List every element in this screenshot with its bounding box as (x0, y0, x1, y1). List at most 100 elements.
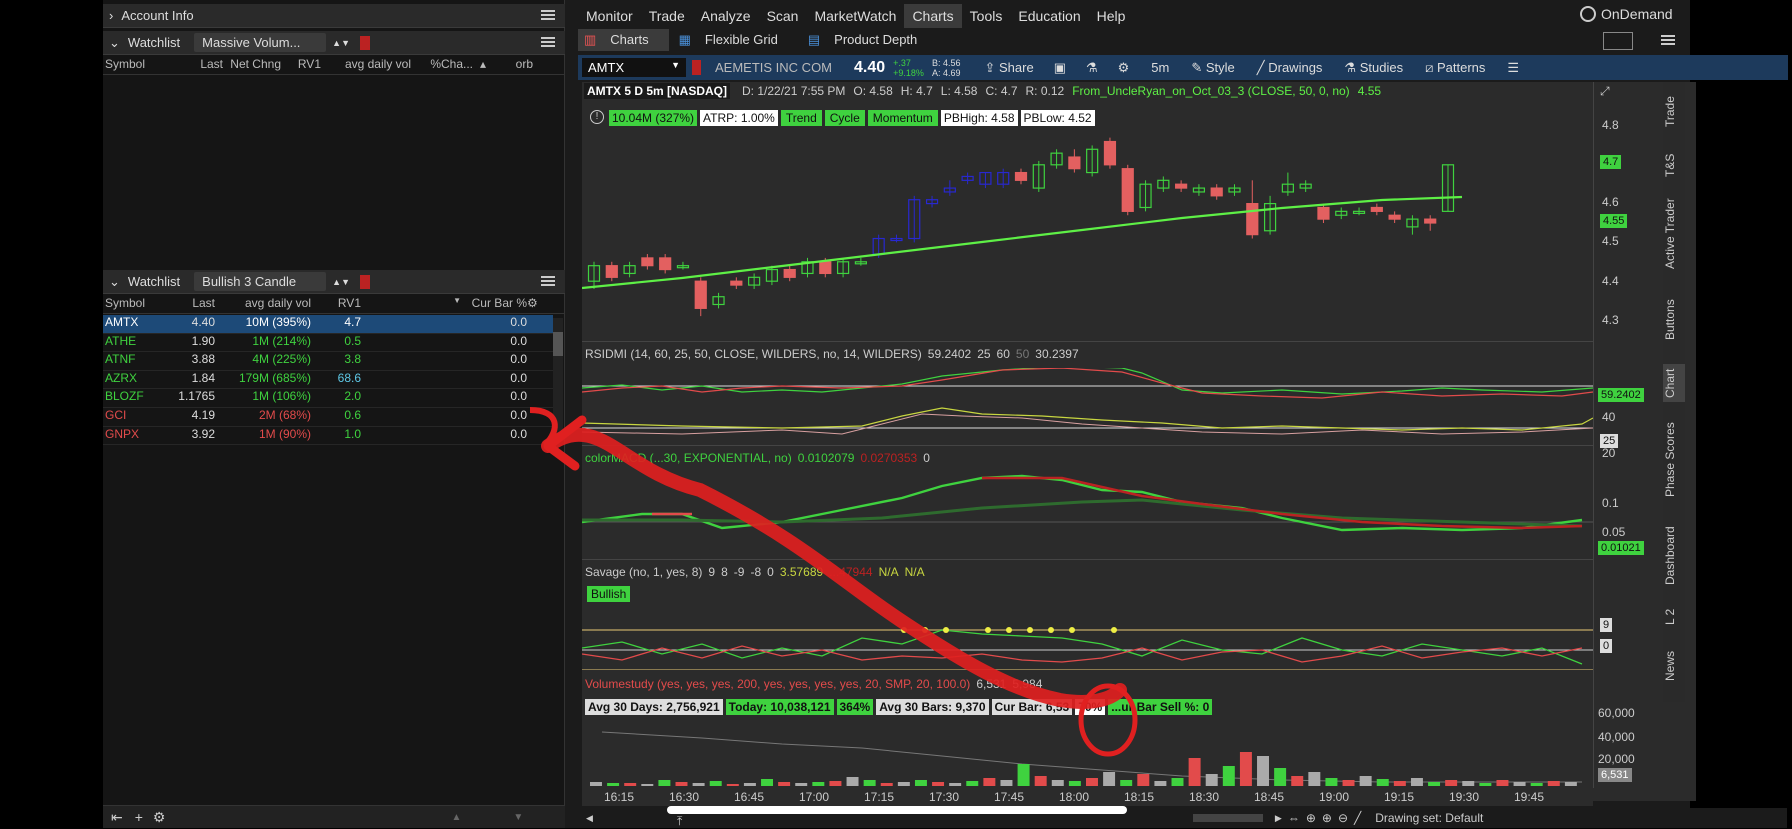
cell-last: 1.90 (191, 333, 215, 348)
link-icon[interactable] (359, 274, 370, 289)
col-avg-daily-vol[interactable]: avg daily vol (321, 57, 411, 74)
price-candles[interactable] (582, 82, 1593, 342)
watchlist2-selector[interactable]: Bullish 3 Candle (194, 272, 327, 291)
menu-help[interactable]: Help (1089, 4, 1134, 28)
table-row[interactable]: ATHE 1.90 1M (214%) 0.5 0.0 (103, 334, 553, 353)
link-icon[interactable] (359, 35, 370, 50)
ondemand-button[interactable]: OnDemand (1580, 6, 1673, 22)
flask-icon[interactable]: ⚗ (1086, 60, 1098, 76)
col-last[interactable]: Last (163, 296, 215, 313)
zoom-out-icon[interactable]: ⊖ (1338, 811, 1348, 825)
menu-marketwatch[interactable]: MarketWatch (806, 4, 904, 28)
link-icon[interactable] (692, 60, 701, 75)
xtick: 17:15 (864, 790, 895, 804)
col-last[interactable]: Last (173, 57, 223, 74)
col-symbol[interactable]: Symbol (103, 296, 163, 313)
scroll-up-icon[interactable]: ▲ (451, 812, 461, 823)
menu-trade[interactable]: Trade (641, 4, 693, 28)
menu-icon[interactable]: ☰ (1507, 60, 1519, 76)
xtick: 16:15 (604, 790, 635, 804)
col-rv1[interactable]: RV1 (311, 296, 361, 313)
sidetab-trade[interactable]: Trade (1663, 92, 1685, 132)
volume-bar (1513, 782, 1526, 786)
col-avg-daily-vol[interactable]: avg daily vol (215, 296, 311, 313)
col-cur-bar-pct[interactable]: Cur Bar % (461, 296, 527, 313)
style-button[interactable]: ✎ Style (1191, 60, 1234, 76)
table-row[interactable]: ATNF 3.88 4M (225%) 3.8 0.0 (103, 352, 553, 371)
menu-tools[interactable]: Tools (962, 4, 1011, 28)
table-row[interactable]: BLOZF 1.1765 1M (106%) 2.0 0.0 (103, 389, 553, 408)
collapse-up-icon[interactable]: ⤒ (677, 814, 682, 829)
menu-education[interactable]: Education (1010, 4, 1088, 28)
menu-icon[interactable] (541, 274, 555, 288)
menu-charts[interactable]: Charts (904, 4, 962, 28)
volume-bar (607, 783, 620, 786)
menu-icon[interactable] (1661, 33, 1675, 47)
col-pct-change[interactable]: %Cha... (411, 57, 473, 74)
table-row[interactable]: AZRX 1.84 179M (685%) 68.6 0.0 (103, 371, 553, 390)
pencil-icon[interactable]: ╱ (1354, 811, 1361, 825)
sidetab-chart[interactable]: Chart (1663, 364, 1685, 402)
gear-icon[interactable]: ⚙ (527, 296, 539, 313)
sort-arrows-icon[interactable]: ▲▼ (332, 38, 350, 48)
volume-bar (1445, 780, 1458, 786)
chevron-down-icon[interactable]: ⌄ (109, 274, 120, 290)
watchlist1-selector[interactable]: Massive Volum... (194, 33, 327, 52)
scroll-right-icon[interactable]: ▶ (1275, 813, 1282, 824)
menu-icon[interactable] (541, 35, 555, 49)
timeframe-button[interactable]: 5m (1151, 60, 1169, 75)
candle (1424, 218, 1437, 224)
sidetab-ts[interactable]: T&S (1663, 150, 1685, 180)
volume-bar (1564, 782, 1577, 786)
menu-icon[interactable] (541, 8, 555, 22)
share-button[interactable]: ⇪ Share (984, 60, 1033, 76)
volume-bar (966, 781, 979, 786)
scale-icon[interactable]: ⤢ (1600, 84, 1610, 99)
add-icon[interactable]: + (135, 809, 143, 825)
table-row[interactable]: AMTX 4.40 10M (395%) 4.7 0.0 (103, 315, 553, 334)
col-orb[interactable]: orb (493, 57, 533, 74)
symbol-input[interactable]: AMTX ▼ (582, 58, 686, 77)
col-rv1[interactable]: RV1 (281, 57, 321, 74)
volume-bar (709, 781, 722, 786)
tab-flexible-grid[interactable]: ▦ Flexible Grid (669, 29, 798, 51)
drawing-set[interactable]: Drawing set: Default (1375, 811, 1483, 825)
sidetab-l2[interactable]: L 2 (1663, 606, 1685, 628)
sort-arrows-icon[interactable]: ▲▼ (332, 277, 350, 287)
scrollbar[interactable] (1192, 814, 1263, 822)
col-symbol[interactable]: Symbol (103, 57, 173, 74)
menu-scan[interactable]: Scan (759, 4, 807, 28)
crosshair-icon[interactable]: ⊕ (1306, 811, 1316, 825)
sidetab-news[interactable]: News (1663, 648, 1685, 684)
tab-charts[interactable]: ▥ Charts (578, 29, 669, 51)
tab-product-depth[interactable]: ▤ Product Depth (798, 29, 937, 51)
chart-settings-icon[interactable]: ▣ (1054, 60, 1066, 76)
gear-icon[interactable]: ⚙ (153, 809, 166, 826)
sidetab-active-trader[interactable]: Active Trader (1663, 194, 1685, 274)
window-icon[interactable] (1603, 32, 1633, 50)
studies-button[interactable]: ⚗ Studies (1344, 60, 1403, 76)
menu-monitor[interactable]: Monitor (578, 4, 641, 28)
scrollbar[interactable] (553, 318, 563, 438)
account-info-header[interactable]: › Account Info (103, 4, 565, 28)
chart-area[interactable]: AMTX 5 D 5m [NASDAQ] D: 1/22/21 7:55 PM … (582, 82, 1696, 806)
expand-icon[interactable]: ⇔ (1288, 811, 1300, 825)
scroll-left-icon[interactable]: ◀ (586, 813, 593, 824)
patterns-button[interactable]: ⧄ Patterns (1425, 60, 1485, 76)
chevron-down-icon[interactable]: ⌄ (109, 35, 120, 51)
cell-sym: GCI (105, 408, 127, 422)
gear-icon[interactable]: ⚙ (1118, 60, 1130, 76)
menu-analyze[interactable]: Analyze (693, 4, 759, 28)
scroll-down-icon[interactable]: ▼ (513, 812, 523, 823)
sidetab-dashboard[interactable]: Dashboard (1663, 520, 1685, 592)
table-row[interactable]: GNPX 3.92 1M (90%) 1.0 0.0 (103, 427, 553, 446)
col-net-change[interactable]: Net Chng (223, 57, 281, 74)
table-row[interactable]: GCI 4.19 2M (68%) 0.6 0.0 (103, 408, 553, 427)
volume-bar (1068, 781, 1081, 786)
sidetab-phase-scores[interactable]: Phase Scores (1663, 418, 1685, 502)
drawings-button[interactable]: ╱ Drawings (1257, 60, 1323, 76)
sidetab-buttons[interactable]: Buttons (1663, 294, 1685, 346)
collapse-icon[interactable]: ⇤ (111, 809, 123, 826)
zoom-in-icon[interactable]: ⊕ (1322, 811, 1332, 825)
watchlist2-label: Watchlist (127, 274, 181, 289)
